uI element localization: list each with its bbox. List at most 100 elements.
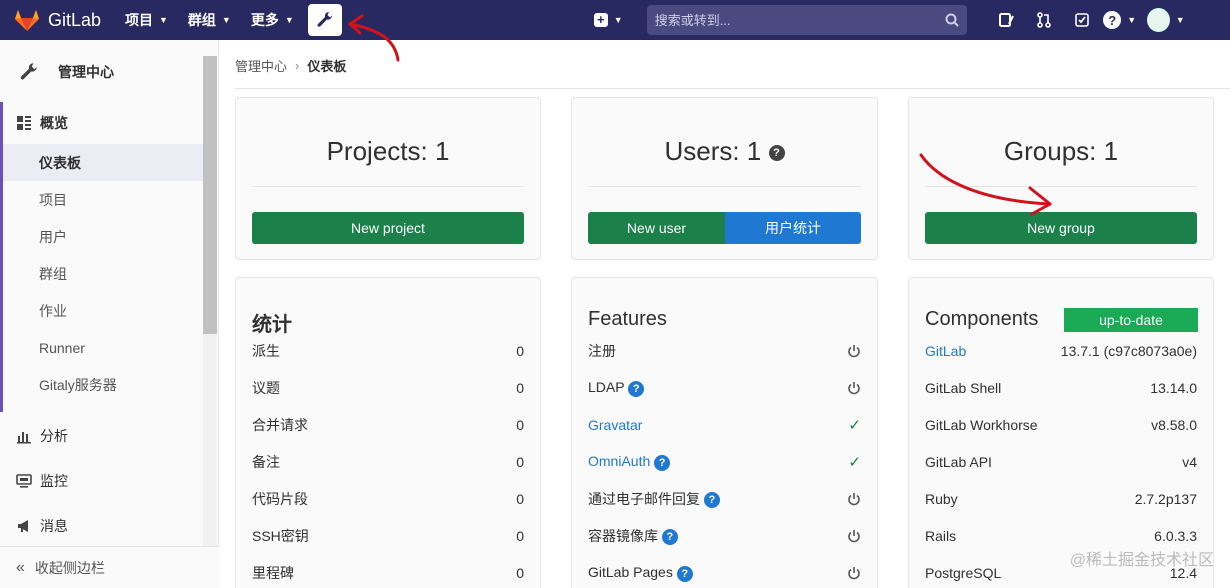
projects-card: Projects: 1 New project — [235, 97, 541, 260]
todo-icon — [1074, 13, 1089, 27]
help-icon[interactable]: ? — [703, 492, 720, 509]
issues-button[interactable] — [987, 0, 1025, 40]
feature-row: OmniAuth ? ✓ — [588, 452, 861, 472]
component-version: 13.7.1 (c97c8073a0e) — [1060, 343, 1197, 359]
component-link[interactable]: GitLab — [925, 343, 966, 359]
feature-row: 注册 — [588, 341, 861, 361]
help-icon[interactable]: ? — [661, 529, 678, 546]
power-icon — [848, 345, 860, 358]
component-row: GitLab 13.7.1 (c97c8073a0e) — [925, 341, 1197, 361]
component-row: GitLab API v4 — [925, 452, 1197, 472]
status-badge: up-to-date — [1064, 308, 1198, 332]
stat-row: 里程碑 0 — [252, 563, 524, 583]
feature-label: 通过电子邮件回复 — [588, 491, 700, 507]
bullhorn-icon — [18, 520, 28, 532]
statistics-title: 统计 — [252, 314, 292, 336]
feature-link[interactable]: Gravatar — [588, 417, 642, 433]
power-icon — [848, 567, 860, 580]
wrench-icon — [16, 59, 42, 85]
stat-value: 0 — [516, 454, 524, 470]
help-icon[interactable]: ? — [676, 565, 693, 582]
component-label: GitLab Workhorse — [925, 417, 1038, 433]
sidebar-item-projects[interactable]: 项目 — [3, 181, 203, 218]
stat-label: 议题 — [252, 380, 280, 396]
sidebar-group-overview: 概览 仪表板 项目 用户 群组 作业 Runner Gitaly服务器 — [0, 102, 203, 412]
feature-label: 注册 — [588, 343, 616, 359]
stat-row: 议题 0 — [252, 378, 524, 398]
sidebar-item-jobs[interactable]: 作业 — [3, 292, 203, 329]
divider — [252, 186, 524, 187]
help-icon[interactable]: ? — [654, 454, 671, 471]
chevron-down-icon: ▼ — [613, 15, 623, 25]
brand[interactable]: GitLab — [0, 8, 115, 32]
stat-row: 派生 0 — [252, 341, 524, 361]
component-label: Rails — [925, 528, 957, 544]
todos-button[interactable] — [1063, 0, 1101, 40]
sidebar-item-runners[interactable]: Runner — [3, 329, 203, 366]
chevron-right-icon: › — [295, 58, 300, 73]
stat-value: 0 — [516, 528, 524, 544]
component-row: GitLab Shell 13.14.0 — [925, 378, 1197, 398]
components-panel: Components up-to-date GitLab 13.7.1 (c97c… — [908, 277, 1214, 588]
sidebar-item-analytics[interactable]: 分析 — [0, 414, 203, 458]
component-version: 6.0.3.3 — [1154, 528, 1197, 544]
feature-link[interactable]: OmniAuth — [588, 453, 650, 469]
nav-projects-label: 项目 — [125, 12, 153, 28]
component-version: 13.14.0 — [1150, 380, 1197, 396]
sidebar: 管理中心 概览 仪表板 项目 用户 群组 作业 Runner Gitaly服务器… — [0, 40, 219, 588]
sidebar-header-label: 管理中心 — [58, 64, 114, 80]
sidebar-item-users[interactable]: 用户 — [3, 218, 203, 255]
sidebar-scrollbar-thumb[interactable] — [203, 56, 217, 334]
stat-value: 0 — [516, 565, 524, 581]
projects-count: Projects: 1 — [326, 136, 450, 166]
sidebar-item-monitoring[interactable]: 监控 — [0, 459, 203, 503]
merge-requests-button[interactable] — [1025, 0, 1063, 40]
stat-row: 合并请求 0 — [252, 415, 524, 435]
sidebar-item-groups[interactable]: 群组 — [3, 255, 203, 292]
sidebar-item-analytics-label: 分析 — [40, 428, 68, 444]
chevron-down-icon: ▼ — [1175, 15, 1185, 25]
new-project-button[interactable]: New project — [252, 212, 524, 244]
component-row: GitLab Workhorse v8.58.0 — [925, 415, 1197, 435]
nav-groups-label: 群组 — [187, 12, 216, 28]
breadcrumb: 管理中心 › 仪表板 — [235, 56, 346, 75]
sidebar-item-messages[interactable]: 消息 — [0, 504, 203, 548]
nav-projects[interactable]: 项目 ▼ — [115, 0, 178, 40]
user-menu[interactable]: ▼ — [1146, 0, 1185, 40]
stat-label: 代码片段 — [252, 491, 308, 507]
component-version: v8.58.0 — [1151, 417, 1197, 433]
avatar — [1146, 8, 1170, 32]
power-icon — [848, 493, 860, 506]
stat-row: 代码片段 0 — [252, 489, 524, 509]
monitor-icon — [16, 474, 32, 488]
search-box[interactable] — [646, 5, 967, 35]
new-dropdown[interactable]: + ▼ — [593, 0, 623, 40]
feature-row: LDAP ? — [588, 378, 861, 398]
breadcrumb-parent[interactable]: 管理中心 — [235, 56, 287, 75]
groups-card: Groups: 1 New group — [908, 97, 1214, 260]
search-input[interactable] — [654, 12, 945, 28]
users-count-wrap: Users: 1 ? — [572, 136, 877, 167]
features-title: Features — [588, 308, 667, 330]
new-group-button[interactable]: New group — [925, 212, 1197, 244]
help-icon[interactable]: ? — [768, 145, 785, 162]
sidebar-item-gitaly-servers[interactable]: Gitaly服务器 — [3, 366, 203, 403]
wrench-icon — [317, 11, 332, 27]
stat-value: 0 — [516, 491, 524, 507]
new-user-button[interactable]: New user — [588, 212, 725, 244]
help-icon[interactable]: ? — [628, 380, 645, 397]
stat-value: 0 — [516, 343, 524, 359]
help-dropdown[interactable]: ? ▼ — [1101, 0, 1139, 40]
watermark: @稀土掘金技术社区 — [1069, 552, 1214, 569]
admin-area-button[interactable] — [307, 4, 342, 36]
sidebar-item-dashboard[interactable]: 仪表板 — [3, 144, 203, 181]
nav-groups[interactable]: 群组 ▼ — [178, 0, 241, 40]
nav-more[interactable]: 更多 ▼ — [241, 0, 304, 40]
sidebar-header[interactable]: 管理中心 — [0, 40, 218, 104]
features-panel: Features 注册 LDAP ? Gravatar ✓ OmniAuth ?… — [571, 277, 878, 588]
collapse-sidebar-button[interactable]: « 收起侧边栏 — [0, 546, 219, 588]
sidebar-item-monitoring-label: 监控 — [40, 473, 68, 489]
sidebar-item-overview[interactable]: 概览 — [3, 102, 203, 144]
user-statistics-button[interactable]: 用户统计 — [725, 212, 861, 244]
overview-icon — [17, 116, 31, 130]
